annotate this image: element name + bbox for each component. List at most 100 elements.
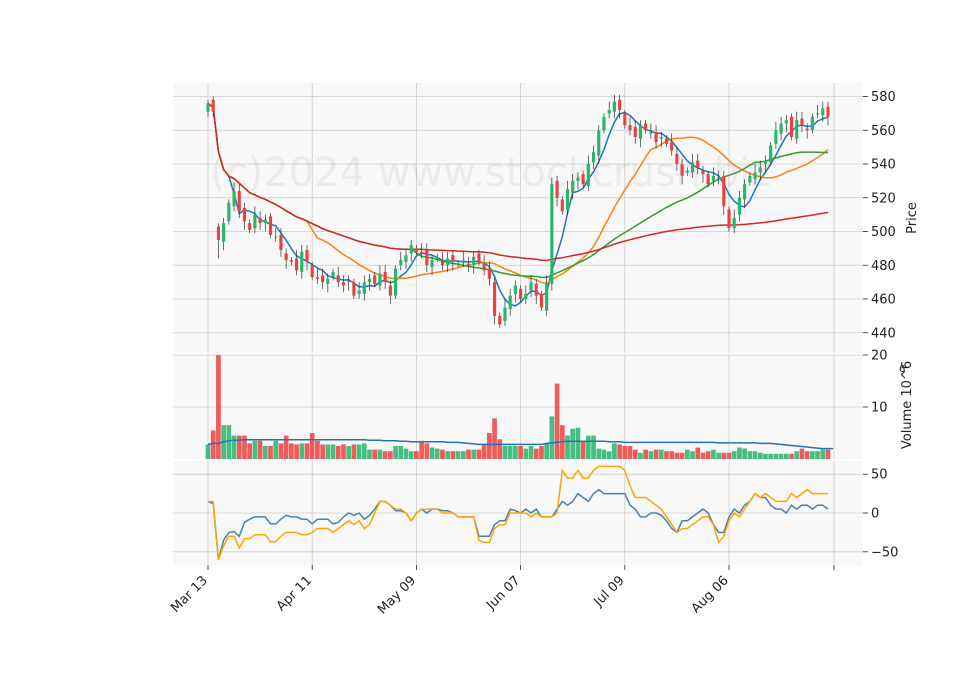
price-axis-tick-label: 480 — [871, 259, 896, 274]
candle-body — [248, 223, 252, 230]
candle-body — [565, 189, 570, 210]
volume-bar — [382, 451, 388, 459]
candle-body — [253, 214, 257, 229]
x-axis-tick-label: Mar 13 — [168, 573, 211, 616]
stock-chart: (c)2024 www.stockcrush.biz 4404604805005… — [168, 83, 920, 617]
candle-body — [383, 272, 387, 283]
volume-bar — [367, 449, 372, 459]
candle-body — [581, 174, 585, 185]
candle-body — [805, 128, 809, 131]
volume-axis-tick-label: 10 — [871, 401, 888, 416]
candle-body — [670, 142, 674, 151]
volume-bar — [294, 444, 299, 459]
volume-bar — [731, 451, 737, 459]
x-axis-tick-label: Aug 06 — [689, 573, 732, 616]
volume-bar — [408, 451, 414, 459]
volume-bar — [820, 449, 826, 459]
candle-body — [618, 99, 622, 110]
candle-body — [492, 282, 497, 316]
candle-body — [789, 116, 794, 137]
volume-bar — [518, 446, 523, 459]
candle-body — [779, 123, 783, 134]
volume-bar — [539, 446, 544, 459]
volume-bar — [476, 449, 482, 459]
candle-body — [685, 170, 689, 173]
candle-body — [409, 245, 413, 254]
candle-body — [227, 202, 231, 222]
volume-bar — [424, 443, 430, 459]
volume-bar — [721, 452, 727, 459]
candle-body — [769, 145, 773, 163]
candle-body — [555, 180, 559, 198]
volume-bar — [398, 446, 404, 459]
candle-body — [644, 123, 648, 131]
volume-bar — [471, 449, 477, 459]
candle-body — [633, 126, 637, 137]
volume-bar — [528, 446, 534, 459]
volume-bar — [737, 447, 742, 459]
volume-bar — [653, 449, 659, 459]
volume-bar — [596, 448, 602, 459]
candle-body — [519, 288, 523, 299]
volume-bar — [460, 451, 466, 459]
volume-bar — [789, 453, 794, 459]
x-axis-tick-label: Jun 07 — [483, 573, 523, 613]
volume-bar — [664, 451, 669, 459]
volume-bar — [700, 452, 706, 459]
candle-body — [675, 153, 679, 164]
candle-body — [451, 255, 455, 262]
candle-body — [591, 152, 596, 163]
candle-body — [753, 172, 757, 180]
volume-bar — [455, 451, 461, 459]
price-axis-tick-label: 580 — [871, 90, 896, 105]
candle-body — [310, 265, 314, 278]
candle-body — [763, 160, 768, 164]
candle-body — [597, 130, 601, 156]
candle-body — [232, 191, 236, 207]
volume-bar — [632, 449, 638, 459]
candle-body — [430, 260, 434, 267]
candle-body — [425, 250, 429, 266]
price-axis-tick-label: 500 — [871, 225, 896, 240]
candle-body — [242, 207, 247, 222]
candle-body — [268, 216, 273, 235]
volume-bar — [570, 428, 576, 459]
indicator-axis-tick-label: 50 — [871, 468, 888, 483]
volume-bar — [757, 452, 763, 459]
volume-bar — [695, 447, 701, 459]
candle-body — [534, 283, 538, 296]
volume-bar — [513, 446, 518, 459]
candle-body — [399, 260, 403, 266]
price-panel — [173, 83, 863, 353]
volume-bar — [320, 444, 325, 459]
candle-body — [477, 253, 481, 262]
volume-bar — [247, 443, 253, 459]
candle-body — [795, 120, 799, 139]
candle-body — [237, 191, 241, 212]
volume-bar — [549, 416, 555, 459]
volume-bar — [507, 446, 513, 459]
candle-body — [550, 184, 554, 284]
candle-body — [732, 218, 736, 229]
candle-body — [706, 174, 710, 185]
candle-body — [529, 282, 533, 291]
candle-body — [737, 197, 741, 215]
volume-bar — [705, 451, 711, 459]
candle-body — [623, 113, 627, 126]
candle-body — [654, 131, 658, 143]
volume-axis-label: Volume 10^6 — [900, 361, 915, 449]
candle-body — [612, 101, 616, 112]
volume-bar — [419, 440, 424, 459]
volume-bar — [289, 443, 294, 459]
candle-body — [461, 260, 465, 262]
volume-bar — [778, 453, 784, 459]
volume-bar — [575, 427, 581, 459]
volume-bar — [799, 448, 805, 459]
candle-body — [472, 256, 476, 266]
volume-bar — [679, 452, 685, 459]
candle-body — [315, 277, 319, 279]
volume-bar — [684, 449, 690, 459]
volume-bar — [533, 448, 539, 459]
candle-body — [664, 138, 669, 144]
candle-body — [800, 118, 804, 126]
